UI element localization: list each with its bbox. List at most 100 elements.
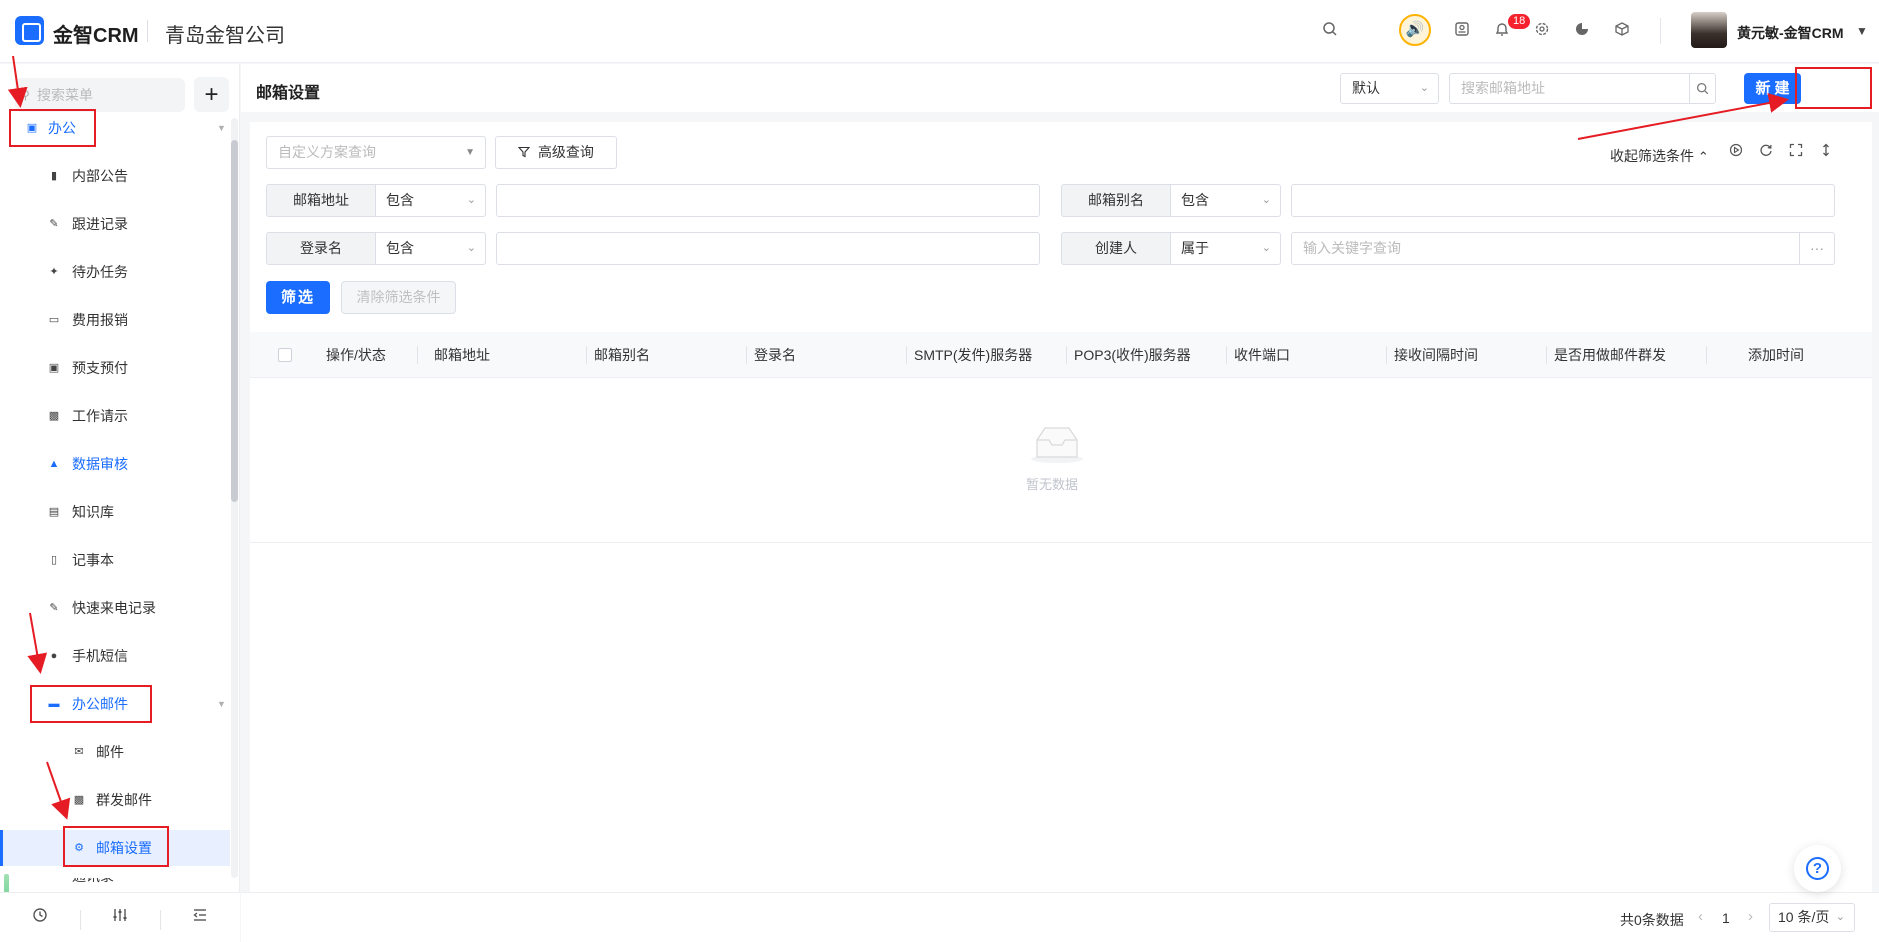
column-divider xyxy=(906,346,907,364)
column-header[interactable]: POP3(收件)服务器 xyxy=(1074,332,1191,378)
empty-state-text: 暂无数据 xyxy=(1026,477,1079,492)
filter-input-login[interactable] xyxy=(496,232,1040,265)
email-search-input[interactable]: 搜索邮箱地址 xyxy=(1449,73,1690,104)
sidebar-item-cutoff[interactable]: 通讯录 xyxy=(0,878,230,892)
top-header: 金智CRM 青岛金智公司 🔊 18 黄元敏-金智CRM ▼ xyxy=(0,0,1879,63)
page-number[interactable]: 1 xyxy=(1722,910,1730,926)
caret-down-icon: ▼ xyxy=(217,699,226,709)
search-icon[interactable] xyxy=(1320,21,1340,41)
sidebar-item-label: 通讯录 xyxy=(72,878,114,892)
caret-down-icon[interactable]: ▼ xyxy=(1856,24,1868,38)
caret-down-icon: ▼ xyxy=(217,123,226,133)
sidebar-item-label: 预支预付 xyxy=(72,360,128,376)
column-header[interactable]: 登录名 xyxy=(754,332,796,378)
sidebar-item-audit[interactable]: ▲ 数据审核 xyxy=(0,446,230,482)
column-header[interactable]: 操作/状态 xyxy=(326,332,386,378)
sliders-icon[interactable] xyxy=(108,907,132,929)
help-button[interactable]: ? xyxy=(1794,845,1841,892)
sidebar-item-label: 手机短信 xyxy=(72,648,128,664)
more-options-button[interactable]: ··· xyxy=(1799,232,1835,265)
select-all-checkbox[interactable] xyxy=(278,348,292,362)
chevron-left-icon[interactable]: ‹ xyxy=(1698,908,1703,925)
chevron-right-icon[interactable]: › xyxy=(1748,908,1753,925)
card-icon: ▭ xyxy=(48,314,60,326)
history-icon[interactable] xyxy=(28,907,52,929)
filter-icon xyxy=(517,144,538,160)
filter-op-value: 包含 xyxy=(386,240,414,256)
sidebar-item-label: 快速来电记录 xyxy=(72,600,156,616)
contacts-icon[interactable] xyxy=(1452,21,1472,41)
column-header[interactable]: 邮箱别名 xyxy=(594,332,650,378)
refresh-icon[interactable] xyxy=(1758,143,1774,159)
filter-input-creator[interactable]: 输入关键字查询 xyxy=(1291,232,1800,265)
column-header[interactable]: 是否用做邮件群发 xyxy=(1554,332,1666,378)
filter-input-email[interactable] xyxy=(496,184,1040,217)
sidebar-item-knowledge[interactable]: ▤ 知识库 xyxy=(0,494,230,530)
clear-filters-button[interactable]: 清除筛选条件 xyxy=(341,281,456,314)
edit-icon: ✎ xyxy=(49,602,59,614)
page-title: 邮箱设置 xyxy=(256,85,321,102)
user-name[interactable]: 黄元敏-金智CRM xyxy=(1737,23,1844,43)
collapse-filters-link[interactable]: 收起筛选条件 ⌃ xyxy=(1610,146,1709,166)
sidebar-item-label: 邮件 xyxy=(96,744,124,760)
message-icon: ▩ xyxy=(48,410,60,422)
empty-inbox-icon xyxy=(1027,424,1087,464)
page-size-select[interactable]: 10 条/页 ⌄ xyxy=(1769,903,1855,932)
announcement-icon[interactable]: 🔊 xyxy=(1399,14,1431,46)
table-header: 操作/状态 邮箱地址 邮箱别名 登录名 SMTP(发件)服务器 POP3(收件)… xyxy=(250,332,1872,378)
sidebar-item-expense[interactable]: ▭ 费用报销 xyxy=(0,302,230,338)
annotation-box xyxy=(1795,67,1872,109)
sidebar-item-todo[interactable]: ✦ 待办任务 xyxy=(0,254,230,290)
filter-op-login[interactable]: 包含 ⌄ xyxy=(376,232,486,265)
advanced-query-button[interactable]: 高级查询 xyxy=(495,136,617,169)
sidebar-item-followup[interactable]: ✎ 跟进记录 xyxy=(0,206,230,242)
sidebar-scrollbar[interactable] xyxy=(231,140,238,502)
sidebar-item-announcement[interactable]: ▮ 内部公告 xyxy=(0,158,230,194)
column-header[interactable]: 接收间隔时间 xyxy=(1394,332,1478,378)
filter-label-email: 邮箱地址 xyxy=(266,184,376,217)
search-button[interactable] xyxy=(1689,73,1716,104)
sidebar-item-request[interactable]: ▩ 工作请示 xyxy=(0,398,230,434)
sidebar-item-mail[interactable]: ✉ 邮件 xyxy=(0,734,230,770)
sidebar-item-sms[interactable]: ● 手机短信 xyxy=(0,638,230,674)
wallet-icon: ▣ xyxy=(48,362,60,374)
collapse-menu-icon[interactable] xyxy=(188,907,212,929)
search-icon: ⚲ xyxy=(21,88,30,102)
main-panel: 自定义方案查询 ▼ 高级查询 收起筛选条件 ⌃ 邮箱地址 包含 ⌄ 邮箱别名 包… xyxy=(250,122,1872,942)
caret-down-icon: ▼ xyxy=(465,147,475,158)
pagination-bar: 共0条数据 ‹ 1 › 10 条/页 ⌄ xyxy=(241,892,1879,942)
chevron-down-icon: ⌄ xyxy=(466,242,476,254)
gear-icon[interactable] xyxy=(1532,21,1552,41)
column-divider xyxy=(1546,346,1547,364)
cube-icon[interactable] xyxy=(1612,21,1632,41)
scheme-select[interactable]: 自定义方案查询 ▼ xyxy=(266,136,486,169)
sidebar-item-quick-call[interactable]: ✎ 快速来电记录 xyxy=(0,590,230,626)
filter-op-alias[interactable]: 包含 ⌄ xyxy=(1171,184,1281,217)
column-header[interactable]: 添加时间 xyxy=(1748,332,1804,378)
menu-search-input[interactable]: ⚲ 搜索菜单 xyxy=(15,78,185,112)
view-select[interactable]: 默认 ⌄ xyxy=(1340,73,1439,104)
sidebar-item-label: 工作请示 xyxy=(72,408,128,424)
play-icon[interactable] xyxy=(1728,143,1744,159)
column-header[interactable]: SMTP(发件)服务器 xyxy=(914,332,1032,378)
filter-op-creator[interactable]: 属于 ⌄ xyxy=(1171,232,1281,265)
column-divider xyxy=(1386,346,1387,364)
brand-logo[interactable] xyxy=(15,16,44,45)
fullscreen-icon[interactable] xyxy=(1788,143,1804,159)
sidebar-item-notebook[interactable]: ▯ 记事本 xyxy=(0,542,230,578)
add-menu-button[interactable]: + xyxy=(194,77,229,112)
sidebar-item-bulk-mail[interactable]: ▩ 群发邮件 xyxy=(0,782,230,818)
filter-input-alias[interactable] xyxy=(1291,184,1835,217)
new-button[interactable]: 新建 xyxy=(1744,73,1801,104)
collapse-filters-label: 收起筛选条件 xyxy=(1610,148,1694,164)
column-header[interactable]: 邮箱地址 xyxy=(434,332,490,378)
view-select-value: 默认 xyxy=(1352,80,1380,96)
pie-chart-icon[interactable] xyxy=(1572,21,1592,41)
row-height-icon[interactable] xyxy=(1818,143,1834,159)
column-divider xyxy=(1706,346,1707,364)
filter-button[interactable]: 筛选 xyxy=(266,281,330,314)
filter-op-email[interactable]: 包含 ⌄ xyxy=(376,184,486,217)
avatar[interactable] xyxy=(1691,12,1727,48)
sidebar-item-advance[interactable]: ▣ 预支预付 xyxy=(0,350,230,386)
column-header[interactable]: 收件端口 xyxy=(1234,332,1290,378)
